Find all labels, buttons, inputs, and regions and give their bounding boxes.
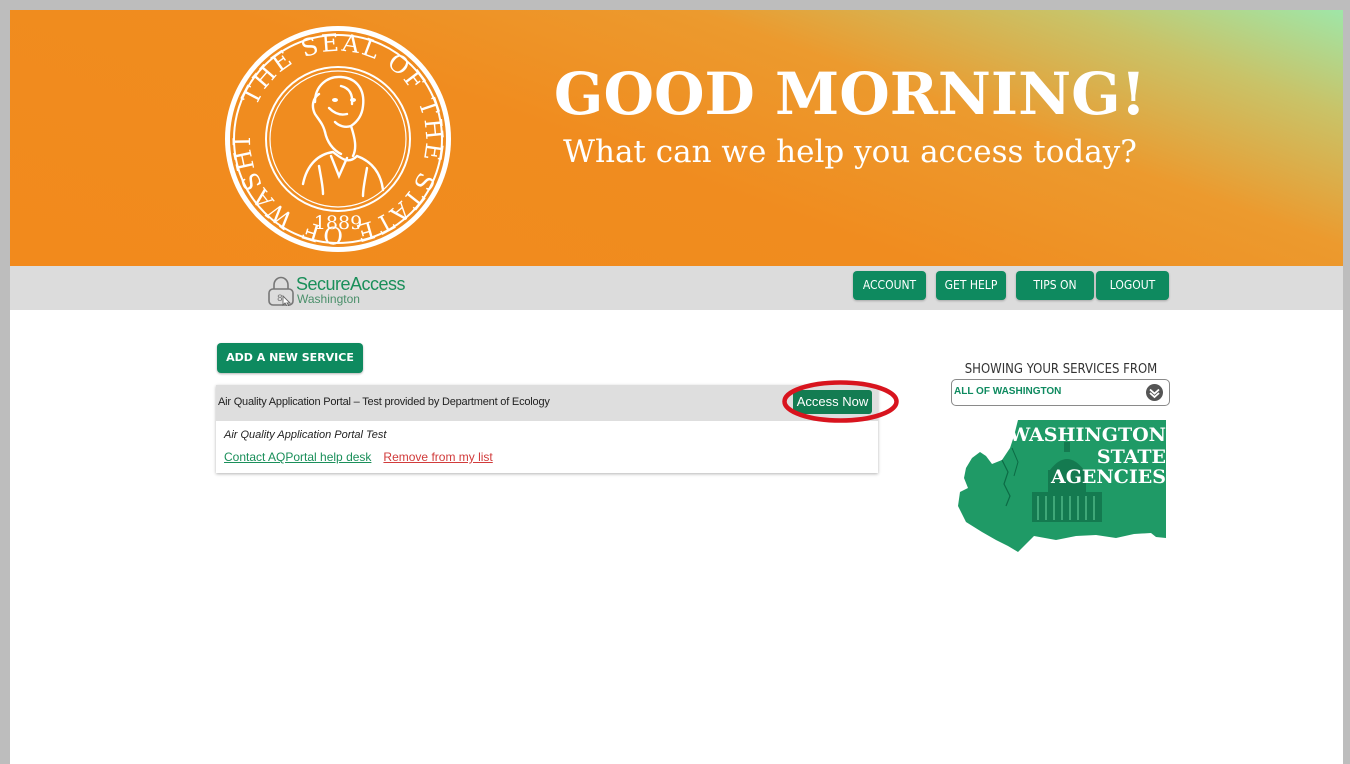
service-card-header: Air Quality Application Portal – Test pr… bbox=[216, 380, 899, 423]
remove-from-list-link[interactable]: Remove from my list bbox=[383, 450, 492, 464]
highlight-circle-annotation bbox=[782, 380, 899, 423]
chevron-down-icon bbox=[1146, 384, 1163, 401]
page-frame: THE SEAL OF THE STATE OF WASHINGTON bbox=[10, 10, 1343, 764]
washington-seal-icon: THE SEAL OF THE STATE OF WASHINGTON bbox=[223, 24, 451, 252]
greeting-title: GOOD MORNING! bbox=[553, 60, 1147, 128]
service-description: Air Quality Application Portal Test bbox=[224, 429, 387, 441]
logout-button[interactable]: LOGOUT bbox=[1096, 271, 1169, 300]
greeting-subtitle: What can we help you access today? bbox=[563, 134, 1137, 170]
svg-text:1889: 1889 bbox=[314, 212, 362, 234]
region-select[interactable]: ALL OF WASHINGTON bbox=[951, 379, 1170, 406]
secureaccess-logo[interactable]: 8 SecureAccess Washington bbox=[266, 272, 406, 306]
region-selected-value: ALL OF WASHINGTON bbox=[954, 386, 1062, 397]
padlock-icon: 8 bbox=[268, 276, 294, 306]
service-title: Air Quality Application Portal – Test pr… bbox=[218, 396, 550, 408]
brand-subtitle: Washington bbox=[297, 292, 360, 306]
service-card: Air Quality Application Portal – Test pr… bbox=[216, 380, 899, 473]
tips-toggle-button[interactable]: TIPS ON bbox=[1016, 271, 1094, 300]
map-caption-line1: WASHINGTON bbox=[1008, 424, 1166, 446]
add-new-service-button[interactable]: ADD A NEW SERVICE bbox=[217, 343, 363, 373]
washington-state-agencies-map[interactable]: WASHINGTON STATE AGENCIES bbox=[956, 418, 1168, 554]
service-links: Contact AQPortal help desk Remove from my… bbox=[224, 450, 493, 464]
map-caption-line3: AGENCIES bbox=[1050, 466, 1166, 488]
svg-text:8: 8 bbox=[277, 294, 283, 304]
hero-banner: THE SEAL OF THE STATE OF WASHINGTON bbox=[10, 10, 1343, 266]
account-button[interactable]: ACCOUNT bbox=[853, 271, 926, 300]
get-help-button[interactable]: GET HELP bbox=[936, 271, 1006, 300]
contact-help-desk-link[interactable]: Contact AQPortal help desk bbox=[224, 450, 371, 464]
top-nav-bar: 8 SecureAccess Washington ACCOUNT GET HE… bbox=[10, 266, 1343, 310]
services-filter-heading: SHOWING YOUR SERVICES FROM bbox=[964, 362, 1158, 377]
map-caption-line2: STATE bbox=[1096, 446, 1166, 468]
